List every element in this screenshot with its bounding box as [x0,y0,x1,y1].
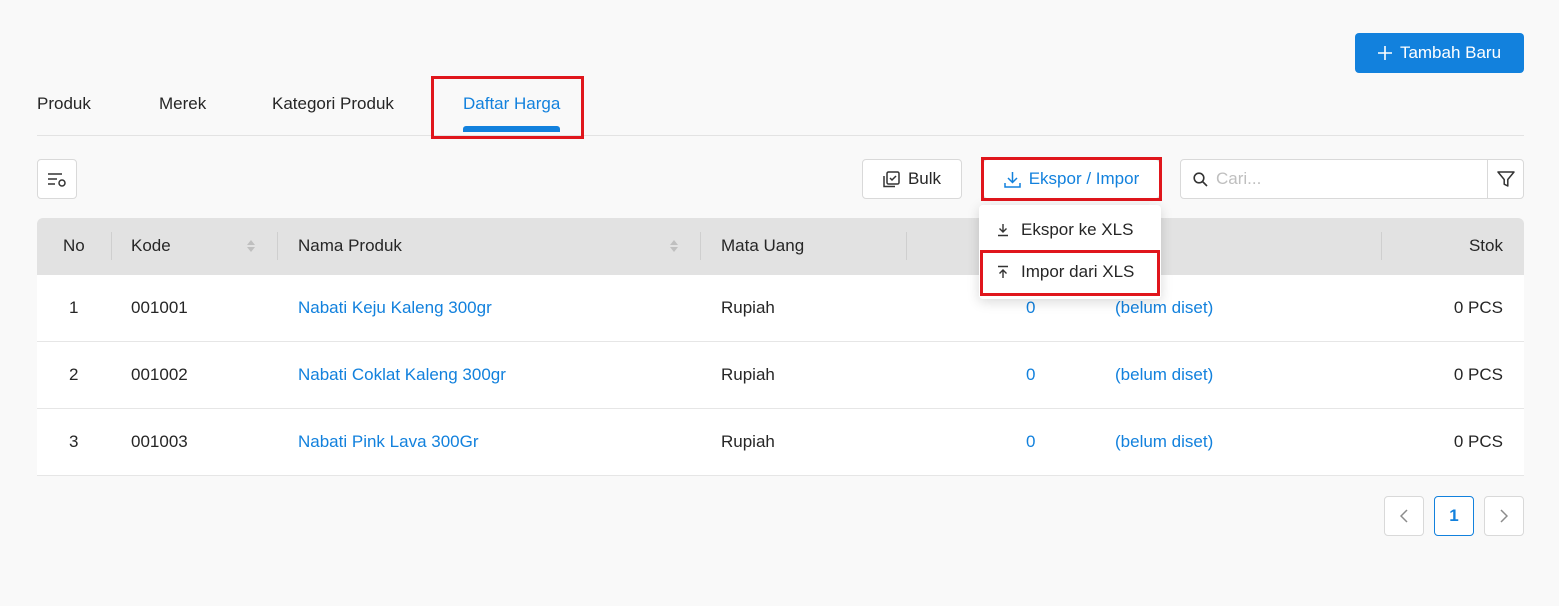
export-import-dropdown: Ekspor ke XLS Impor dari XLS [979,205,1161,299]
table-row: 1 001001 Nabati Keju Kaleng 300gr Rupiah… [37,275,1524,342]
search-input[interactable] [1216,169,1466,189]
header-no: No [63,236,85,255]
bulk-label: Bulk [907,169,942,188]
sort-icon[interactable] [246,238,256,254]
add-new-button[interactable]: Tambah Baru [1355,33,1524,73]
chevron-left-icon [1400,509,1408,523]
status-link[interactable]: (belum diset) [1115,298,1213,318]
prev-page-button[interactable] [1384,496,1424,536]
export-xls-label: Ekspor ke XLS [1021,220,1134,239]
price-link[interactable]: 0 [1026,298,1035,318]
page-number-button[interactable]: 1 [1434,496,1474,536]
cell-no: 2 [69,365,79,384]
cell-no: 3 [69,432,79,451]
product-link[interactable]: Nabati Pink Lava 300Gr [298,432,479,452]
cell-mata-uang: Rupiah [721,432,775,451]
plus-icon [1377,46,1392,60]
product-link[interactable]: Nabati Coklat Kaleng 300gr [298,365,506,385]
sort-icon[interactable] [669,238,679,254]
table-row: 2 001002 Nabati Coklat Kaleng 300gr Rupi… [37,342,1524,409]
header-kode: Kode [131,236,171,255]
cell-stok: 0 PCS [1453,298,1503,317]
search-icon [1193,171,1208,187]
price-link[interactable]: 0 [1026,365,1035,385]
bulk-button[interactable]: Bulk [862,159,962,199]
export-xls-item[interactable]: Ekspor ke XLS [979,210,1161,250]
cell-kode: 001002 [131,365,188,384]
header-mata-uang: Mata Uang [721,236,805,255]
cell-mata-uang: Rupiah [721,298,775,317]
table-header: No Kode Nama Produk Mata Uang Stok [37,218,1524,275]
download-icon [1003,171,1021,188]
status-link[interactable]: (belum diset) [1115,432,1213,452]
cell-kode: 001001 [131,298,188,317]
cell-no: 1 [69,298,79,317]
tab-bar: Produk Merek Kategori Produk Daftar Harg… [37,88,1524,136]
list-settings-icon [48,173,66,187]
upload-icon [998,265,1008,278]
price-link[interactable]: 0 [1026,432,1035,452]
product-link[interactable]: Nabati Keju Kaleng 300gr [298,298,492,318]
tab-daftar-harga[interactable]: Daftar Harga [463,94,560,114]
filter-button[interactable] [1487,159,1524,199]
import-xls-label: Impor dari XLS [1021,262,1135,281]
header-stok: Stok [1468,236,1503,255]
cell-kode: 001003 [131,432,188,451]
tab-kategori-produk[interactable]: Kategori Produk [272,94,394,114]
tab-merek[interactable]: Merek [159,94,206,114]
export-import-button[interactable]: Ekspor / Impor [983,159,1160,199]
download-icon [998,224,1008,237]
cell-mata-uang: Rupiah [721,365,775,384]
next-page-button[interactable] [1484,496,1524,536]
filter-icon [1496,171,1515,187]
header-nama-produk: Nama Produk [298,236,402,255]
checklist-icon [883,170,900,187]
export-import-label: Ekspor / Impor [1028,169,1140,188]
tab-produk[interactable]: Produk [37,94,91,114]
column-settings-button[interactable] [37,159,77,199]
table-row: 3 001003 Nabati Pink Lava 300Gr Rupiah 0… [37,409,1524,476]
active-tab-indicator [463,126,560,132]
cell-stok: 0 PCS [1453,365,1503,384]
import-xls-item[interactable]: Impor dari XLS [979,252,1161,292]
cell-stok: 0 PCS [1453,432,1503,451]
search-box [1180,159,1488,199]
status-link[interactable]: (belum diset) [1115,365,1213,385]
chevron-right-icon [1500,509,1508,523]
add-new-label: Tambah Baru [1399,43,1502,62]
